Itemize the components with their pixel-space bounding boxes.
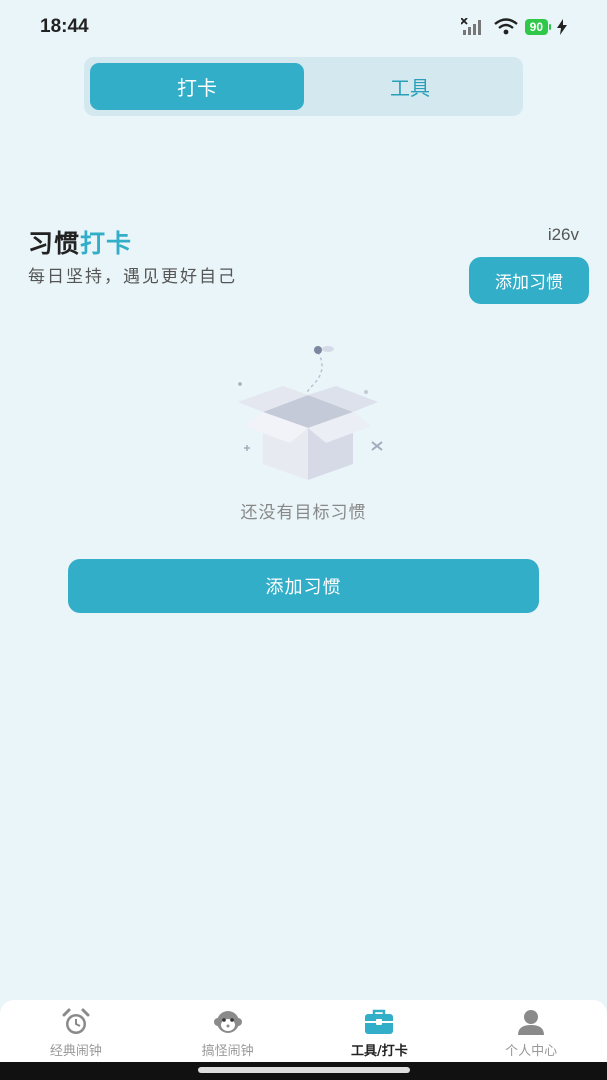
status-time: 18:44 <box>40 16 89 37</box>
nav-item-funny-alarm[interactable]: 搞怪闹钟 <box>152 1000 304 1062</box>
battery-indicator: 90 <box>524 19 551 35</box>
title-plain: 习惯 <box>28 229 81 258</box>
nav-label: 经典闹钟 <box>49 1044 102 1059</box>
empty-box-icon <box>238 346 383 480</box>
status-icons: 90 <box>460 18 567 36</box>
empty-message: 还没有目标习惯 <box>240 503 367 523</box>
tab-checkin[interactable]: 打卡 <box>90 63 304 110</box>
wifi-icon <box>493 18 518 35</box>
page-title: 习惯打卡 <box>28 224 132 260</box>
title-accent: 打卡 <box>80 229 133 258</box>
battery-level: 90 <box>524 19 548 35</box>
add-habit-button-top[interactable]: 添加习惯 <box>469 257 589 304</box>
bottom-nav: 经典闹钟 搞怪闹钟 工具/打卡 个人中心 <box>0 1000 607 1062</box>
add-habit-button[interactable]: 添加习惯 <box>68 559 539 613</box>
toolbox-icon <box>364 1008 394 1036</box>
nav-item-tools-checkin[interactable]: 工具/打卡 <box>304 1000 456 1062</box>
system-home-area <box>0 1062 607 1080</box>
nav-item-profile[interactable]: 个人中心 <box>455 1000 607 1062</box>
monkey-face-icon <box>213 1008 243 1036</box>
charging-icon <box>557 19 567 35</box>
signal-off-icon <box>460 18 481 35</box>
nav-label: 个人中心 <box>505 1044 558 1059</box>
nav-item-classic-alarm[interactable]: 经典闹钟 <box>0 1000 152 1062</box>
status-bar: 18:44 90 <box>0 0 607 56</box>
top-segmented-tabs: 打卡 工具 <box>84 57 523 116</box>
nav-label: 工具/打卡 <box>351 1044 408 1059</box>
person-icon <box>516 1008 546 1036</box>
version-label: i26v <box>547 225 579 244</box>
tab-tools[interactable]: 工具 <box>303 63 517 110</box>
page-subtitle: 每日坚持，遇见更好自己 <box>28 267 237 287</box>
nav-label: 搞怪闹钟 <box>201 1044 254 1059</box>
alarm-clock-icon <box>61 1008 91 1036</box>
home-indicator[interactable] <box>198 1067 410 1073</box>
